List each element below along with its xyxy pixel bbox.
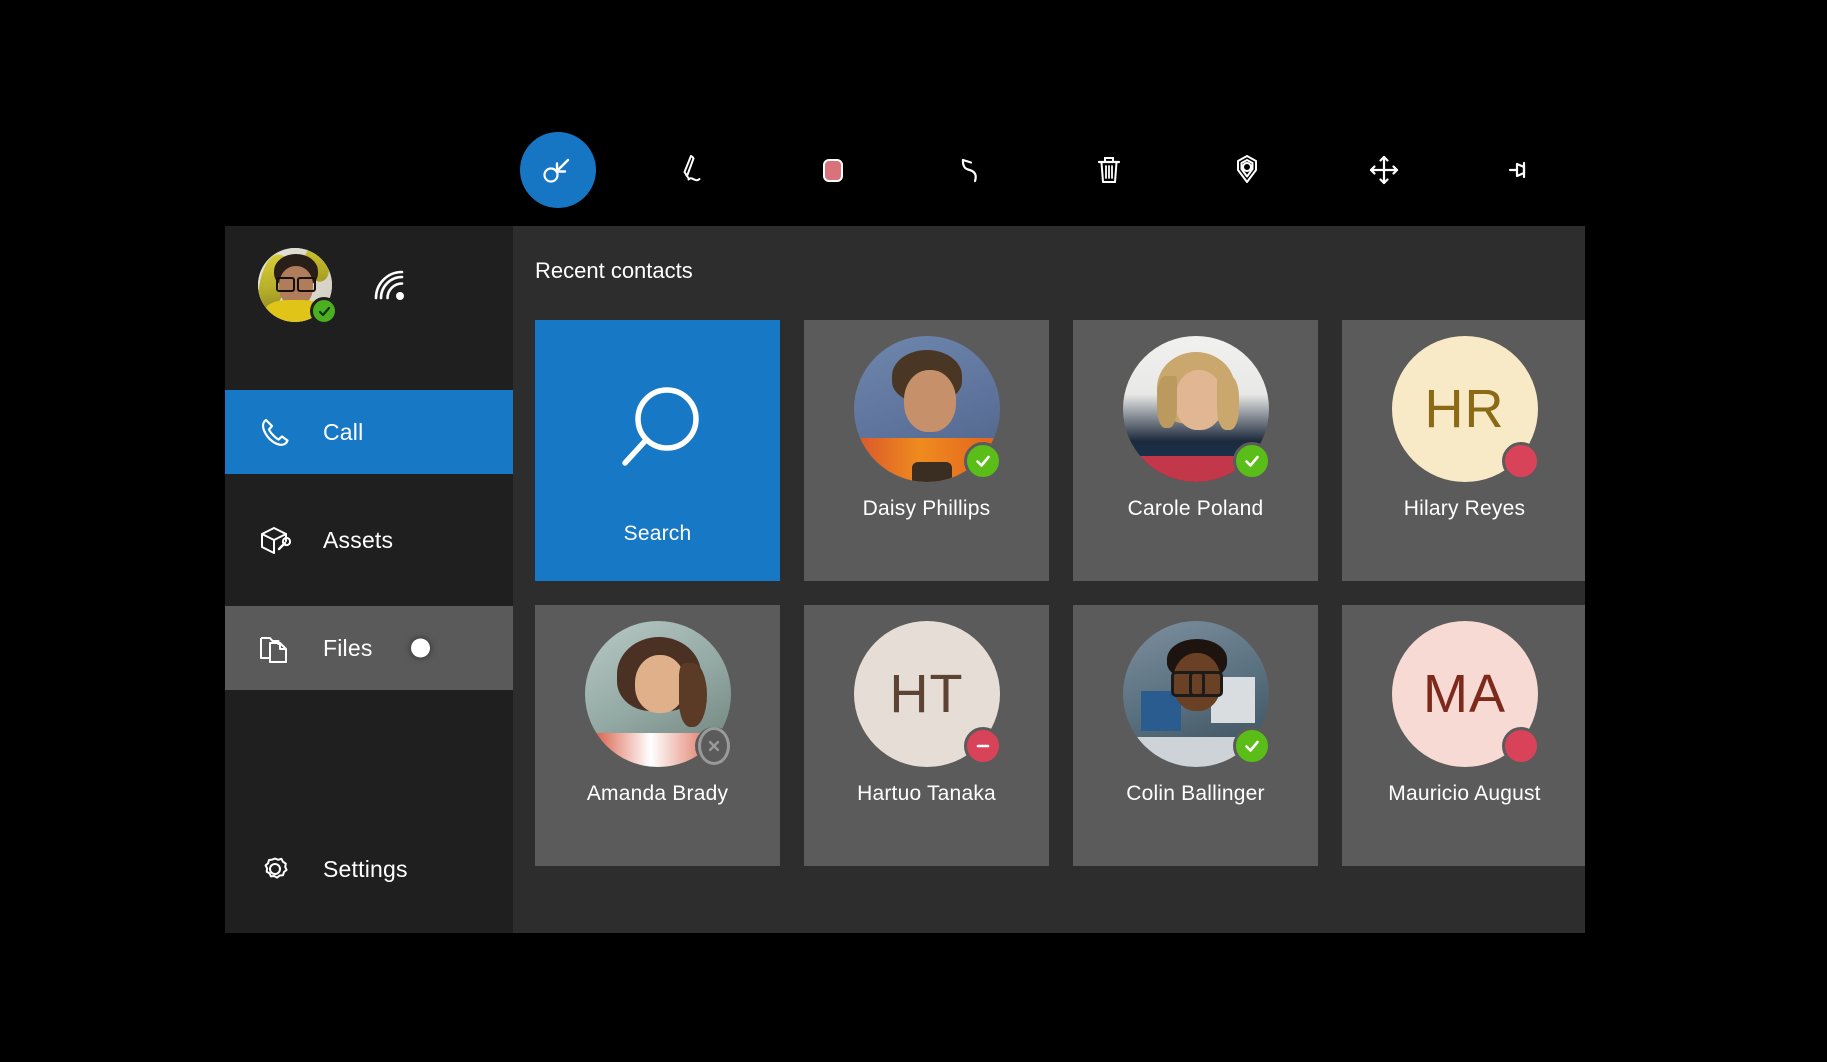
tile-icon-area xyxy=(535,605,780,783)
contact-avatar xyxy=(854,336,1000,482)
tile-contact-colin-ballinger[interactable]: Colin Ballinger xyxy=(1073,605,1318,866)
files-folder-icon xyxy=(255,628,295,668)
tile-icon-area: HR xyxy=(1342,320,1585,498)
phone-icon xyxy=(255,412,295,452)
check-icon xyxy=(1242,451,1262,471)
avatar-initials: HR xyxy=(1425,382,1505,436)
toolbar-color-button[interactable] xyxy=(795,132,871,208)
avatar-initials: MA xyxy=(1423,667,1506,721)
check-icon xyxy=(317,304,332,319)
sidebar-item-label: Assets xyxy=(323,527,393,554)
sidebar-item-label: Settings xyxy=(323,856,408,883)
tile-icon-area xyxy=(804,320,1049,498)
presence-badge xyxy=(1502,727,1540,765)
tile-icon-area xyxy=(1073,320,1318,498)
avatar-initials: HT xyxy=(890,667,964,721)
check-icon xyxy=(973,451,993,471)
tile-label: Colin Ballinger xyxy=(1126,783,1264,804)
presence-badge xyxy=(1233,727,1271,765)
sidebar-gap-b xyxy=(225,582,513,606)
presence-badge xyxy=(1502,442,1540,480)
sidebar-item-files[interactable]: Files xyxy=(225,606,513,690)
sidebar-item-assets[interactable]: Assets xyxy=(225,498,513,582)
tile-search[interactable]: Search xyxy=(535,320,780,581)
tile-label: Carole Poland xyxy=(1128,498,1264,519)
cursor-select-icon xyxy=(538,150,578,190)
toolbar-pin-button[interactable] xyxy=(1484,132,1560,208)
sidebar-item-label: Files xyxy=(323,635,373,662)
contact-avatar: MA xyxy=(1392,621,1538,767)
toolbar-select-button[interactable] xyxy=(520,132,596,208)
tile-label: Daisy Phillips xyxy=(863,498,991,519)
tile-icon-area xyxy=(1073,605,1318,783)
tile-contact-mauricio-august[interactable]: MA Mauricio August xyxy=(1342,605,1585,866)
sidebar-item-call[interactable]: Call xyxy=(225,390,513,474)
presence-badge xyxy=(1233,442,1271,480)
main-panel: Recent contacts Search xyxy=(513,226,1585,933)
tile-label: Search xyxy=(624,523,692,544)
asset-box-icon xyxy=(255,520,295,560)
move-arrows-icon xyxy=(1363,149,1405,191)
tile-contact-carole-poland[interactable]: Carole Poland xyxy=(1073,320,1318,581)
pen-ink-icon xyxy=(674,148,718,192)
tile-contact-hilary-reyes[interactable]: HR Hilary Reyes xyxy=(1342,320,1585,581)
offline-ring xyxy=(698,727,730,765)
search-magnifier-icon xyxy=(605,379,711,485)
tile-label: Amanda Brady xyxy=(587,783,728,804)
app-window: Call Assets xyxy=(225,226,1585,933)
app-toolbar xyxy=(520,130,1560,210)
color-swatch-icon xyxy=(813,150,853,190)
tile-contact-daisy-phillips[interactable]: Daisy Phillips xyxy=(804,320,1049,581)
tile-label: Mauricio August xyxy=(1388,783,1540,804)
tile-contact-hartuo-tanaka[interactable]: HT Hartuo Tanaka xyxy=(804,605,1049,866)
close-icon xyxy=(706,738,722,754)
avatar[interactable] xyxy=(258,248,332,322)
toolbar-delete-button[interactable] xyxy=(1071,132,1147,208)
sidebar-bottom-group: Settings xyxy=(225,827,513,933)
sidebar-spacer-top xyxy=(225,344,513,390)
tile-icon-area: HT xyxy=(804,605,1049,783)
check-icon xyxy=(1242,736,1262,756)
contact-avatar: HT xyxy=(854,621,1000,767)
page-title: Recent contacts xyxy=(513,226,1585,284)
contact-avatar: HR xyxy=(1392,336,1538,482)
sidebar-item-label: Call xyxy=(323,419,363,446)
pushpin-icon xyxy=(1501,149,1543,191)
sidebar: Call Assets xyxy=(225,226,513,933)
tile-icon-area xyxy=(535,357,780,507)
presence-badge xyxy=(964,727,1002,765)
contact-avatar xyxy=(1123,621,1269,767)
undo-arrow-icon xyxy=(949,148,993,192)
profile-row xyxy=(225,226,513,344)
contacts-grid: Search xyxy=(513,284,1585,866)
mouse-cursor-dot xyxy=(411,639,430,658)
presence-badge xyxy=(695,727,733,765)
tile-contact-amanda-brady[interactable]: Amanda Brady xyxy=(535,605,780,866)
gear-icon xyxy=(255,849,295,889)
minus-icon xyxy=(973,736,993,756)
sidebar-item-settings[interactable]: Settings xyxy=(225,827,513,911)
presence-badge xyxy=(964,442,1002,480)
sidebar-gap-a xyxy=(225,474,513,498)
wifi-signal-icon xyxy=(368,264,410,306)
tile-label: Hartuo Tanaka xyxy=(857,783,996,804)
toolbar-ink-button[interactable] xyxy=(658,132,734,208)
tile-label: Hilary Reyes xyxy=(1404,498,1525,519)
tile-icon-area: MA xyxy=(1342,605,1585,783)
toolbar-anchor-button[interactable] xyxy=(1209,132,1285,208)
toolbar-undo-button[interactable] xyxy=(933,132,1009,208)
trash-icon xyxy=(1088,149,1130,191)
location-pin-icon xyxy=(1225,148,1269,192)
screen-root: Call Assets xyxy=(0,0,1827,1062)
status-badge-available xyxy=(310,297,338,325)
contact-avatar xyxy=(585,621,731,767)
toolbar-move-button[interactable] xyxy=(1346,132,1422,208)
contact-avatar xyxy=(1123,336,1269,482)
